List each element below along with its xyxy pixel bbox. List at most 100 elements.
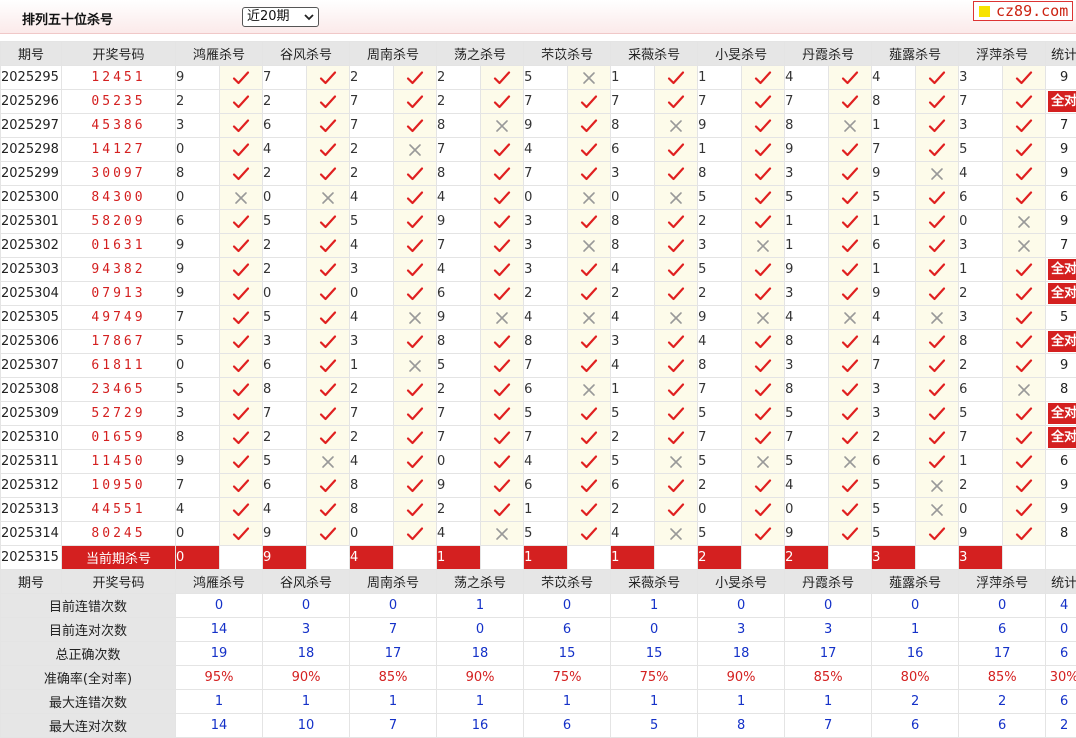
all-correct-badge: 全对 <box>1048 427 1076 448</box>
kill-number: 2 <box>263 234 307 258</box>
check-icon <box>406 526 424 542</box>
kill-number: 3 <box>959 114 1003 138</box>
kill-number: 7 <box>611 90 655 114</box>
result-mark <box>742 66 785 90</box>
cross-icon <box>582 191 596 205</box>
result-mark <box>916 450 959 474</box>
summary-value: 6 <box>872 714 959 738</box>
result-mark <box>1003 138 1046 162</box>
period-select[interactable]: 近20期 <box>242 7 319 27</box>
issue-number: 2025302 <box>1 234 62 258</box>
summary-value: 7 <box>785 714 872 738</box>
result-mark <box>394 378 437 402</box>
check-icon <box>841 262 859 278</box>
result-mark <box>394 186 437 210</box>
table-row: 20253134455144821200509 <box>1 498 1076 522</box>
kill-number: 3 <box>785 162 829 186</box>
result-mark <box>655 186 698 210</box>
kill-number: 3 <box>785 354 829 378</box>
check-icon <box>841 430 859 446</box>
check-icon <box>232 214 250 230</box>
site-logo[interactable]: cz89.com <box>973 1 1073 21</box>
kill-number: 7 <box>698 90 742 114</box>
kill-number: 2 <box>524 282 568 306</box>
result-mark <box>481 90 524 114</box>
kill-number: 2 <box>959 354 1003 378</box>
cross-icon <box>1017 383 1031 397</box>
stat-cell: 全对 <box>1046 282 1076 306</box>
stat-cell: 全对 <box>1046 426 1076 450</box>
kill-number: 6 <box>611 138 655 162</box>
cross-icon <box>843 119 857 133</box>
kill-number: 4 <box>524 450 568 474</box>
table-row: 20253054974975494494435 <box>1 306 1076 330</box>
kill-number: 5 <box>524 522 568 546</box>
check-icon <box>580 166 598 182</box>
period-select-value: 近20期 <box>247 9 290 24</box>
check-icon <box>841 166 859 182</box>
kill-number: 9 <box>698 114 742 138</box>
kill-number: 7 <box>350 402 394 426</box>
col-expert-header: 谷风杀号 <box>263 42 350 66</box>
kill-number: 1 <box>872 258 916 282</box>
summary-label: 准确率(全对率) <box>1 666 176 690</box>
kill-number: 9 <box>437 210 481 234</box>
summary-row: 最大连错次数11111111226 <box>1 690 1076 714</box>
check-icon <box>928 406 946 422</box>
check-icon <box>667 262 685 278</box>
check-icon <box>406 334 424 350</box>
kill-number: 6 <box>176 210 220 234</box>
cross-icon <box>669 119 683 133</box>
kill-number: 3 <box>872 378 916 402</box>
result-mark <box>307 378 350 402</box>
result-mark <box>1003 498 1046 522</box>
check-icon <box>841 94 859 110</box>
result-mark <box>742 162 785 186</box>
check-icon <box>1015 190 1033 206</box>
kill-number: 7 <box>698 378 742 402</box>
kill-number: 0 <box>176 354 220 378</box>
result-mark <box>655 498 698 522</box>
table-row: 20253015820965593821109 <box>1 210 1076 234</box>
summary-value: 2 <box>959 690 1046 714</box>
summary-value: 0 <box>959 594 1046 618</box>
check-icon <box>406 286 424 302</box>
kill-number: 6 <box>437 282 481 306</box>
check-icon <box>580 262 598 278</box>
current-pick: 4 <box>350 546 394 570</box>
kill-number: 0 <box>350 282 394 306</box>
result-mark <box>481 498 524 522</box>
kill-number: 9 <box>437 474 481 498</box>
kill-number: 6 <box>611 474 655 498</box>
check-icon <box>1015 118 1033 134</box>
summary-value: 0 <box>524 594 611 618</box>
kill-number: 4 <box>350 306 394 330</box>
check-icon <box>928 118 946 134</box>
kill-number: 9 <box>872 282 916 306</box>
check-icon <box>1015 166 1033 182</box>
check-icon <box>232 166 250 182</box>
result-mark <box>220 90 263 114</box>
result-mark <box>394 522 437 546</box>
result-mark <box>220 354 263 378</box>
check-icon <box>580 502 598 518</box>
summary-value: 7 <box>350 714 437 738</box>
result-mark <box>916 138 959 162</box>
result-mark <box>394 282 437 306</box>
check-icon <box>406 166 424 182</box>
result-mark <box>916 90 959 114</box>
col-expert-header: 薤露杀号 <box>872 570 959 594</box>
kill-number: 5 <box>263 306 307 330</box>
summary-value: 85% <box>959 666 1046 690</box>
issue-number: 2025301 <box>1 210 62 234</box>
result-mark <box>568 354 611 378</box>
draw-numbers: 58209 <box>62 210 176 234</box>
result-mark <box>481 450 524 474</box>
kill-number: 7 <box>437 138 481 162</box>
kill-number: 3 <box>263 330 307 354</box>
kill-number: 4 <box>176 498 220 522</box>
issue-number: 2025299 <box>1 162 62 186</box>
kill-number: 8 <box>698 354 742 378</box>
check-icon <box>1015 406 1033 422</box>
result-mark <box>916 306 959 330</box>
